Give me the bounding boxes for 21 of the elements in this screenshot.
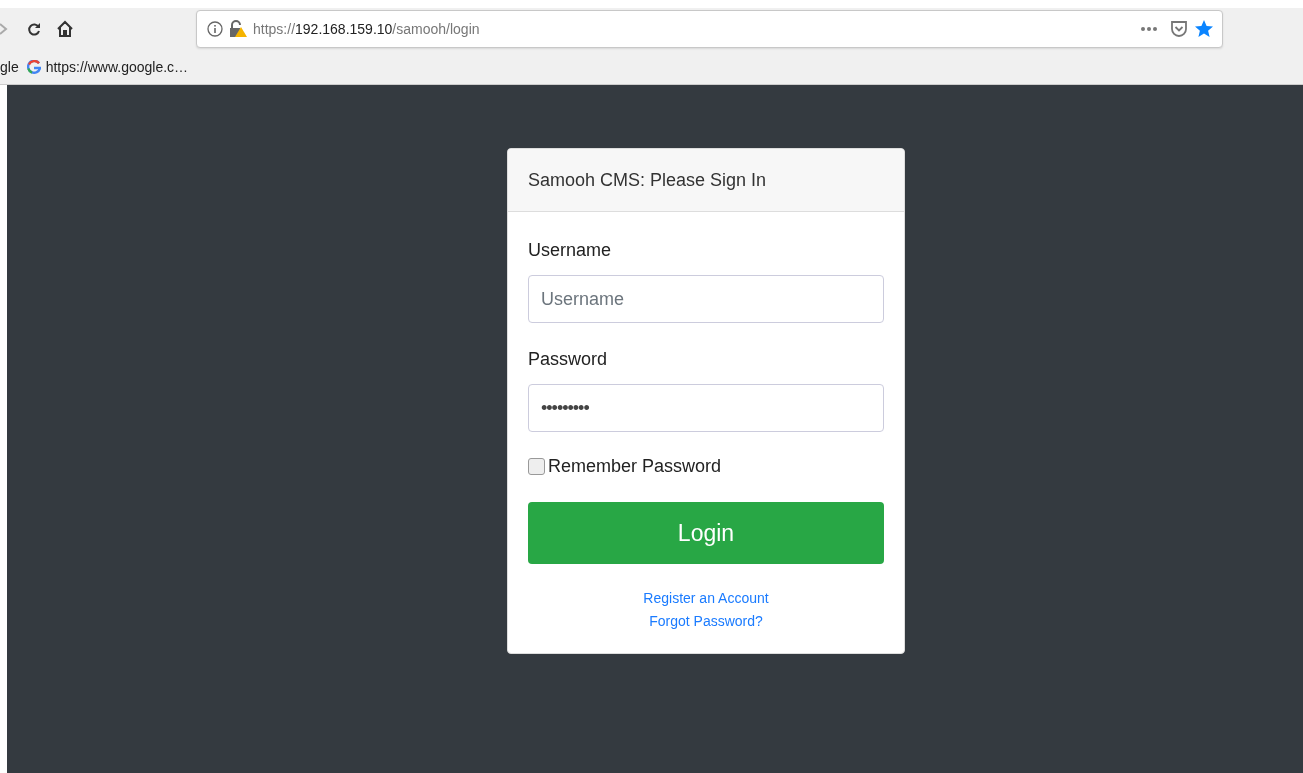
link[interactable]: Register an Account	[643, 590, 769, 606]
reload-icon[interactable]	[26, 21, 42, 37]
field-label: Username	[528, 240, 613, 261]
info-icon[interactable]	[207, 21, 223, 37]
remember-checkbox[interactable]	[528, 458, 545, 475]
username-field[interactable]: Username	[528, 275, 884, 323]
more-icon[interactable]	[1140, 26, 1158, 32]
pocket-icon[interactable]	[1170, 20, 1188, 38]
url-text[interactable]: https://192.168.159.10/samooh/login	[253, 21, 1134, 37]
bookmark[interactable]: https://www.google.c…	[45, 59, 189, 75]
address-bar[interactable]: https://192.168.159.10/samooh/login	[196, 10, 1223, 48]
google-g-icon	[26, 60, 41, 74]
warning-lock-icon[interactable]	[229, 20, 247, 38]
home-icon[interactable]	[56, 20, 74, 38]
checkbox-label[interactable]: Remember Password	[548, 456, 722, 477]
password-field[interactable]: •••••••••	[528, 384, 884, 432]
field-label: Password	[528, 349, 609, 370]
link[interactable]: Forgot Password?	[649, 613, 763, 629]
card-title: Samooh CMS: Please Sign In	[508, 149, 904, 212]
bookmark-star-icon[interactable]	[1194, 19, 1214, 39]
bookmark[interactable]: gle	[0, 59, 19, 75]
